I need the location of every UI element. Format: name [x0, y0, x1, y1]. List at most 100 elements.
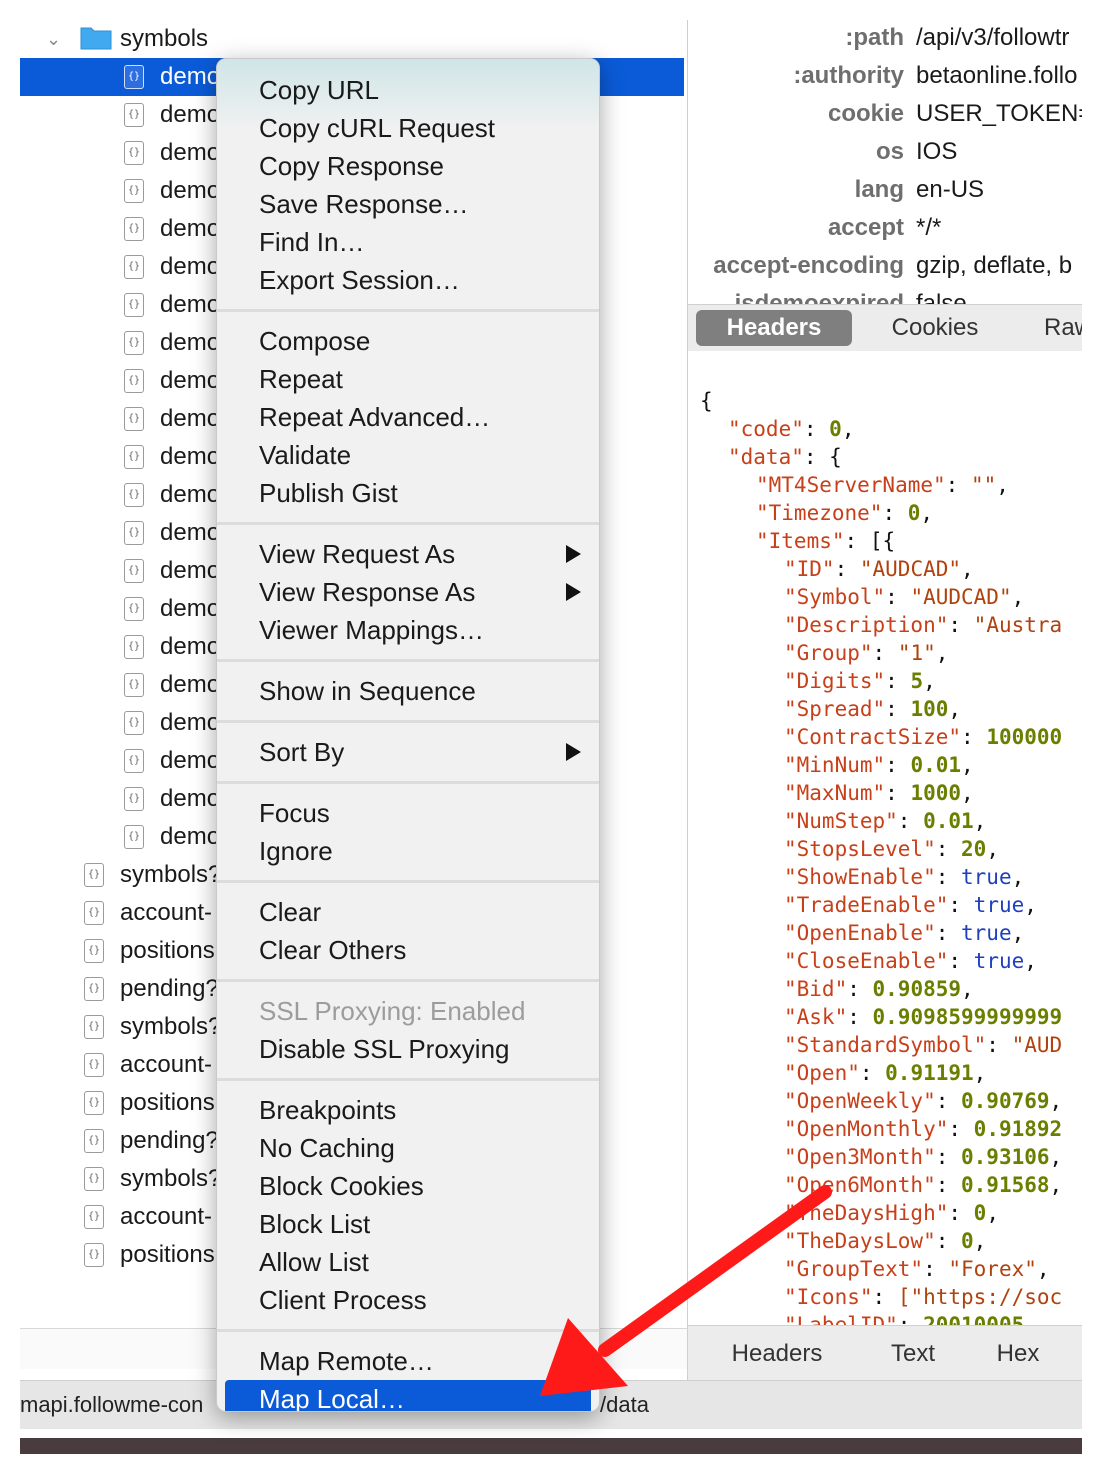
menu-item-compose[interactable]: Compose [259, 322, 370, 360]
menu-item-allow-list[interactable]: Allow List [259, 1243, 369, 1281]
json-colon: : [961, 725, 987, 749]
json-file-icon: {} [84, 1129, 104, 1153]
header-row: cookie USER_TOKEN= [688, 100, 1082, 138]
json-value: 0 [961, 1229, 974, 1253]
json-comma: , [986, 1201, 999, 1225]
header-value[interactable]: false [916, 290, 967, 304]
menu-item-validate[interactable]: Validate [259, 436, 351, 474]
json-line: "ShowEnable": true, [784, 863, 1024, 891]
header-value[interactable]: IOS [916, 138, 957, 166]
tree-row-label: demo [160, 557, 221, 584]
menu-item-no-caching[interactable]: No Caching [259, 1129, 395, 1167]
json-colon: : [844, 529, 870, 553]
tree-row-label: demo [160, 481, 221, 508]
header-value[interactable]: en-US [916, 176, 984, 204]
tab-bottom-text[interactable]: Text [868, 1336, 958, 1372]
menu-item-publish-gist[interactable]: Publish Gist [259, 474, 398, 512]
json-line: "OpenMonthly": 0.91892 [784, 1115, 1062, 1143]
submenu-arrow-icon [566, 583, 581, 601]
header-row: accept */* [688, 214, 1082, 252]
json-key: "LabelID" [784, 1313, 898, 1325]
json-value: 0.93106 [961, 1145, 1050, 1169]
tab-headers[interactable]: Headers [696, 310, 852, 346]
menu-separator [217, 880, 599, 883]
menu-item-copy-curl-request[interactable]: Copy cURL Request [259, 109, 495, 147]
menu-item-export-session[interactable]: Export Session… [259, 261, 460, 299]
menu-item-show-in-sequence[interactable]: Show in Sequence [259, 672, 476, 710]
header-key: accept [827, 214, 904, 241]
header-value[interactable]: USER_TOKEN= [916, 100, 1082, 128]
json-value: "" [970, 473, 997, 497]
json-value: 0.9098599999999 [872, 1005, 1063, 1029]
json-value: 0 [907, 501, 921, 525]
menu-item-breakpoints[interactable]: Breakpoints [259, 1091, 396, 1129]
menu-item-ssl-proxying-enabled: SSL Proxying: Enabled [259, 996, 526, 1026]
tree-row-label: demo [160, 63, 221, 90]
tree-row-label: account- [120, 1203, 213, 1230]
menu-item-highlight[interactable]: Map Local… [225, 1380, 591, 1411]
tab-bottom-headers[interactable]: Headers [708, 1336, 846, 1372]
json-comma: , [973, 1061, 987, 1085]
menu-item-clear[interactable]: Clear [259, 893, 321, 931]
header-row: isdemoexpired false [688, 290, 1082, 304]
menu-item-save-response[interactable]: Save Response… [259, 185, 469, 223]
header-value[interactable]: /api/v3/followtr [916, 24, 1069, 52]
menu-item-repeat[interactable]: Repeat [259, 360, 343, 398]
request-tabs: Headers Cookies Raw [688, 304, 1082, 352]
chevron-down-icon[interactable]: ⌄ [46, 28, 68, 50]
json-line: "ContractSize": 100000 [784, 723, 1062, 751]
menu-item-sort-by[interactable]: Sort By [259, 733, 344, 771]
menu-item-map-local[interactable]: Map Local… [259, 1380, 405, 1411]
menu-item-client-process[interactable]: Client Process [259, 1281, 427, 1319]
menu-item-view-request-as[interactable]: View Request As [259, 535, 455, 573]
status-host: mapi.followme-con [20, 1392, 204, 1417]
menu-item-repeat-advanced[interactable]: Repeat Advanced… [259, 398, 490, 436]
json-file-icon: {} [84, 1205, 104, 1229]
menu-item-find-in[interactable]: Find In… [259, 223, 365, 261]
menu-item-copy-response[interactable]: Copy Response [259, 147, 444, 185]
menu-item-view-response-as[interactable]: View Response As [259, 573, 475, 611]
json-colon: : [803, 445, 830, 469]
json-line: "Digits": 5, [784, 667, 936, 695]
tree-row-label: account- [120, 899, 213, 926]
menu-item-disable-ssl-proxying[interactable]: Disable SSL Proxying [259, 1030, 510, 1068]
json-key: "TheDaysLow" [784, 1229, 936, 1253]
menu-item-block-list[interactable]: Block List [259, 1205, 370, 1243]
tab-raw[interactable]: Raw [1028, 310, 1082, 346]
json-colon: : [948, 949, 974, 973]
tree-row-label: demo [160, 595, 221, 622]
json-key: "Bid" [784, 977, 848, 1001]
json-key: "Ask" [784, 1005, 848, 1029]
menu-item-focus[interactable]: Focus [259, 794, 330, 832]
tree-row-label: symbols? [120, 861, 222, 888]
tree-row-label: demo [160, 367, 221, 394]
header-row: lang en-US [688, 176, 1082, 214]
menu-item-clear-others[interactable]: Clear Others [259, 931, 406, 969]
json-colon: : [859, 1061, 886, 1085]
menu-item-ignore[interactable]: Ignore [259, 832, 333, 870]
menu-item-map-remote[interactable]: Map Remote… [259, 1342, 434, 1380]
tab-cookies[interactable]: Cookies [866, 310, 1004, 346]
json-key: "ContractSize" [784, 725, 962, 749]
json-colon: : [948, 1117, 974, 1141]
json-key: "Group" [784, 641, 873, 665]
json-colon: : [897, 1313, 924, 1325]
json-value: 20 [961, 837, 987, 861]
tab-bottom-hex[interactable]: Hex [978, 1336, 1058, 1372]
menu-item-block-cookies[interactable]: Block Cookies [259, 1167, 424, 1205]
menu-item-copy-url[interactable]: Copy URL [259, 71, 379, 109]
menu-item-viewer-mappings[interactable]: Viewer Mappings… [259, 611, 484, 649]
json-file-icon: {} [124, 597, 144, 621]
header-value[interactable]: gzip, deflate, b [916, 252, 1072, 280]
header-value[interactable]: */* [916, 214, 941, 242]
json-file-icon: {} [84, 901, 104, 925]
tree-folder-row[interactable]: ⌄ symbols [20, 20, 687, 58]
json-file-icon: {} [124, 559, 144, 583]
tree-row-label: account- [120, 1051, 213, 1078]
json-comma: , [935, 641, 949, 665]
header-value[interactable]: betaonline.follo [916, 62, 1077, 90]
json-key: "Icons" [784, 1285, 873, 1309]
json-colon: : [935, 865, 962, 889]
json-file-icon: {} [84, 939, 104, 963]
json-line: "TradeEnable": true, [784, 891, 1037, 919]
